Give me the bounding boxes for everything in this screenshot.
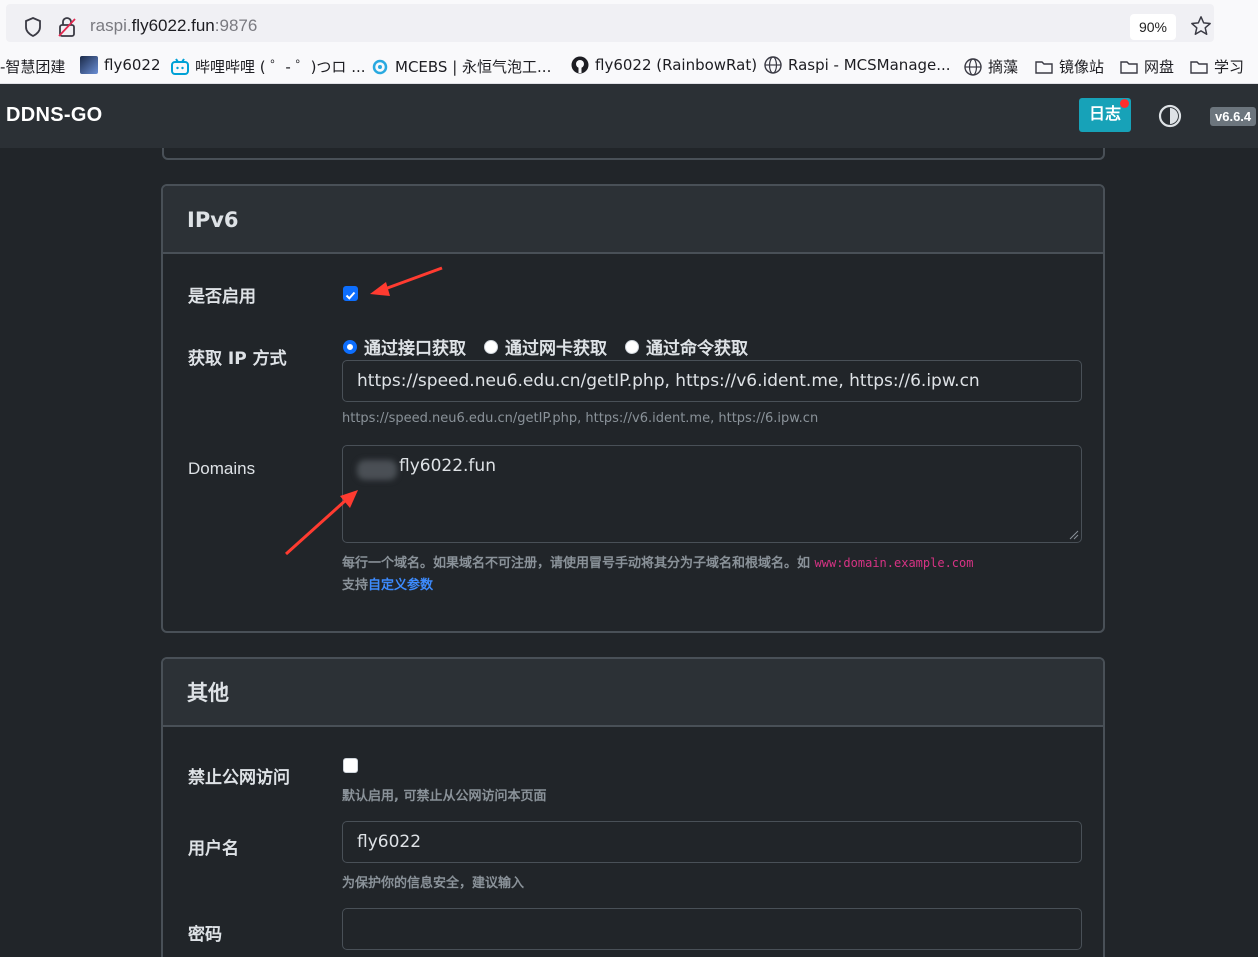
- check-icon: [345, 291, 356, 300]
- folder-icon: [1120, 60, 1138, 74]
- other-card-title: 其他: [163, 659, 1103, 727]
- bilibili-icon: [171, 57, 189, 75]
- other-card: 其他 禁止公网访问 默认启用, 可禁止从公网访问本页面 用户名 fly6022 …: [161, 657, 1105, 957]
- bookmark-folder[interactable]: 镜像站: [1035, 56, 1104, 77]
- bookmark-item[interactable]: Raspi - MCSManage...: [764, 56, 951, 74]
- domains-label: Domains: [188, 459, 256, 478]
- version-badge: v6.6.4: [1210, 107, 1257, 126]
- username-label: 用户名: [188, 839, 239, 859]
- bookmark-item[interactable]: fly6022: [80, 56, 161, 74]
- custom-params-link[interactable]: 自定义参数: [368, 578, 433, 593]
- enable-label: 是否启用: [188, 287, 256, 307]
- app-navbar: DDNS-GO 日志 v6.6.4: [0, 84, 1258, 148]
- theme-toggle-icon[interactable]: [1158, 104, 1182, 128]
- public-access-label: 禁止公网访问: [188, 768, 290, 788]
- public-access-checkbox[interactable]: [343, 758, 358, 773]
- password-label: 密码: [188, 925, 222, 945]
- ipv6-card-title: IPv6: [163, 186, 1103, 254]
- ip-method-radio-group: 通过接口获取 通过网卡获取 通过命令获取: [343, 334, 748, 359]
- bubble-icon: [372, 59, 388, 74]
- bookmark-star-icon[interactable]: [1190, 15, 1212, 37]
- resize-handle-icon[interactable]: [1067, 528, 1079, 540]
- bookmark-item[interactable]: 哔哩哔哩 ( ゜- ゜)つロ ...: [171, 56, 366, 77]
- bookmark-folder[interactable]: 学习: [1190, 56, 1244, 77]
- bookmark-folder[interactable]: 网盘: [1120, 56, 1174, 77]
- radio-method-cmd[interactable]: 通过命令获取: [625, 334, 748, 359]
- brand-logo[interactable]: DDNS-GO: [6, 104, 103, 127]
- browser-toolbar: raspi.fly6022.fun:9876 90%: [0, 0, 1258, 46]
- folder-icon: [1035, 60, 1053, 74]
- annotation-arrow-icon: [370, 266, 443, 296]
- domains-hint: 每行一个域名。如果域名不可注册，请使用冒号手动将其分为子域名和根域名。如 www…: [342, 556, 974, 571]
- shield-icon[interactable]: [24, 17, 42, 37]
- insecure-lock-icon[interactable]: [58, 17, 76, 37]
- bookmark-item[interactable]: 摘藻: [964, 56, 1018, 77]
- radio-method-nic[interactable]: 通过网卡获取: [484, 334, 607, 359]
- public-access-hint: 默认启用, 可禁止从公网访问本页面: [342, 789, 547, 804]
- radio-dot[interactable]: [625, 339, 639, 354]
- ip-method-label: 获取 IP 方式: [188, 349, 287, 369]
- address-bar[interactable]: raspi.fly6022.fun:9876 90%: [6, 4, 1214, 42]
- bookmark-item[interactable]: fly6022 (RainbowRat): [571, 56, 757, 74]
- domains-example-code: www:domain.example.com: [814, 556, 974, 570]
- ipv6-card: IPv6 是否启用 获取 IP 方式 通过接口获取 通过网卡获取 通过命令获取 …: [161, 184, 1105, 633]
- url-text[interactable]: raspi.fly6022.fun:9876: [90, 16, 257, 36]
- globe-icon: [964, 57, 982, 76]
- log-button[interactable]: 日志: [1079, 98, 1131, 132]
- notification-dot: [1120, 99, 1129, 108]
- zoom-level[interactable]: 90%: [1130, 14, 1176, 40]
- username-input[interactable]: fly6022: [342, 821, 1082, 863]
- bookmark-item[interactable]: MCEBS | 永恒气泡工...: [371, 56, 551, 77]
- ipv6-enable-checkbox[interactable]: [343, 286, 358, 301]
- avatar-icon: [80, 56, 98, 74]
- radio-dot[interactable]: [484, 339, 498, 354]
- bookmarks-bar: -智慧团建 fly6022 哔哩哔哩 ( ゜- ゜)つロ ... MCEBS |…: [0, 46, 1258, 84]
- globe-icon: [764, 56, 782, 74]
- radio-method-api[interactable]: 通过接口获取: [343, 334, 466, 359]
- ip-url-input[interactable]: https://speed.neu6.edu.cn/getIP.php, htt…: [342, 360, 1082, 402]
- github-icon: [571, 56, 589, 74]
- custom-params-hint: 支持自定义参数: [342, 578, 434, 593]
- username-hint: 为保护你的信息安全，建议输入: [342, 876, 525, 891]
- domains-textarea[interactable]: fly6022.fun: [342, 445, 1082, 543]
- redacted-blur: [357, 460, 397, 480]
- annotation-arrow-icon: [284, 490, 358, 556]
- password-input[interactable]: [342, 908, 1082, 950]
- folder-icon: [1190, 60, 1208, 74]
- ip-url-hint: https://speed.neu6.edu.cn/getIP.php, htt…: [342, 411, 819, 426]
- bookmark-item[interactable]: -智慧团建: [0, 56, 65, 77]
- radio-dot[interactable]: [343, 339, 357, 354]
